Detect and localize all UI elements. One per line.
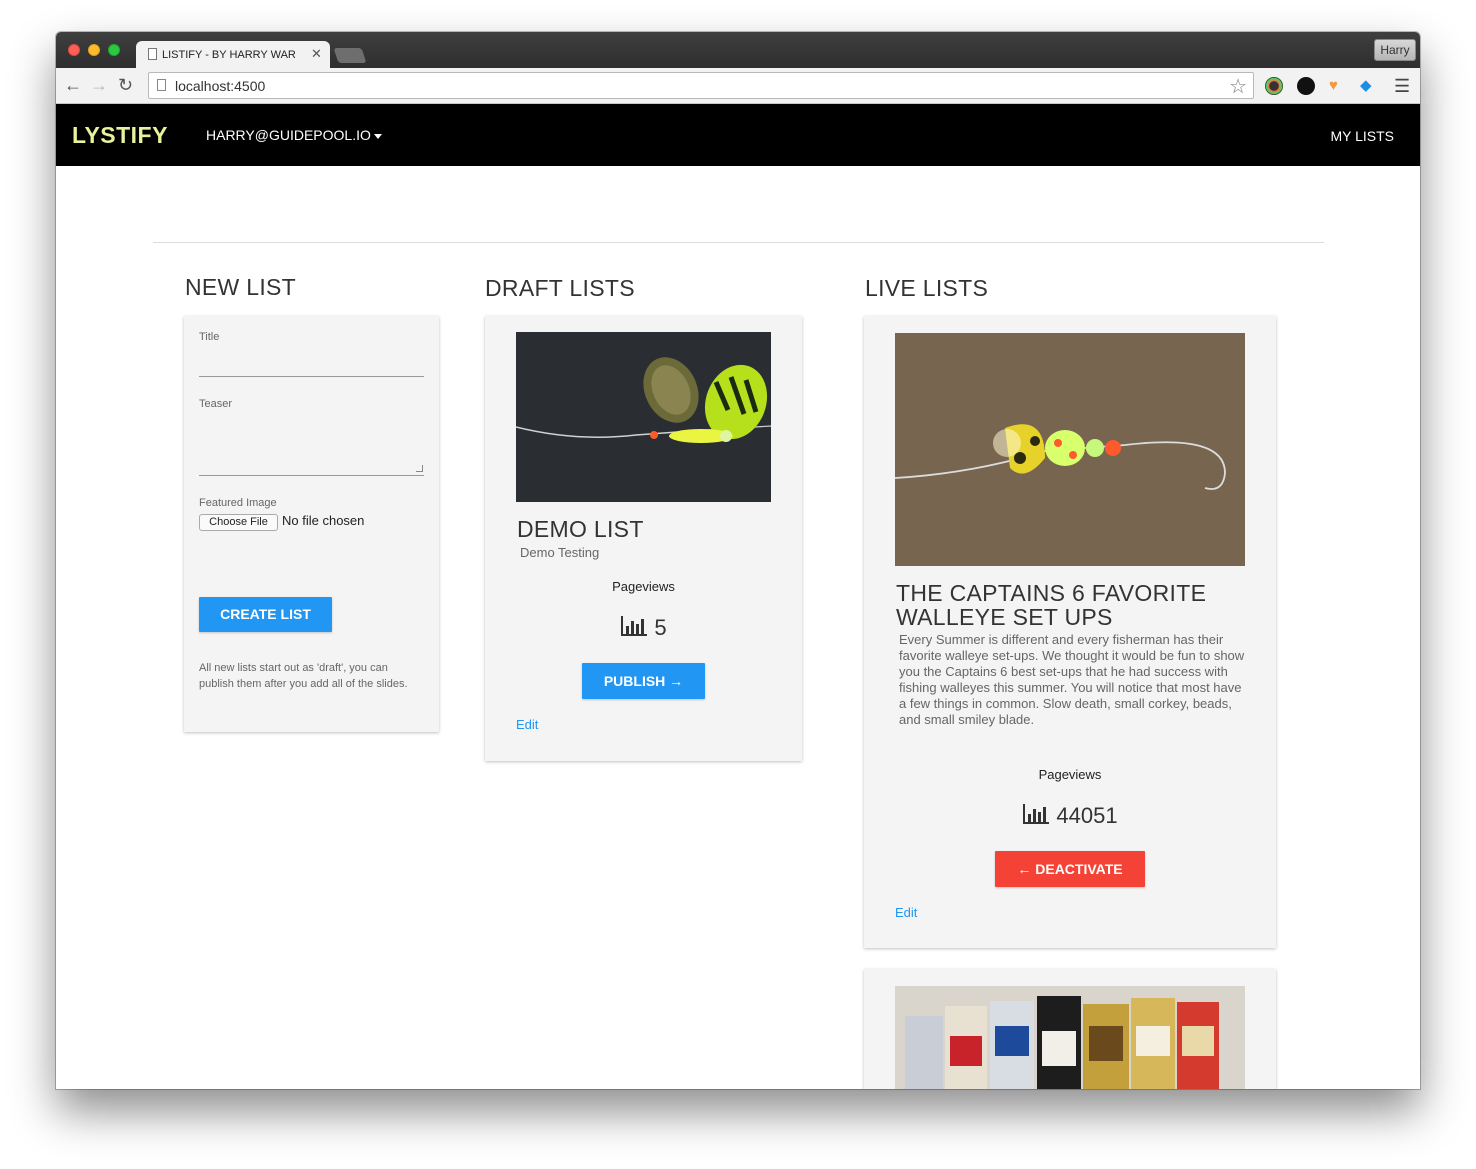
teaser-textarea[interactable] xyxy=(199,475,424,476)
zoom-window-button[interactable] xyxy=(108,44,120,56)
address-bar[interactable]: localhost:4500 ☆ xyxy=(148,72,1254,99)
live-list-image xyxy=(895,986,1245,1089)
reload-icon[interactable]: ↻ xyxy=(118,75,133,96)
spinner-photo xyxy=(516,332,771,502)
close-tab-icon[interactable]: ✕ xyxy=(311,46,322,62)
bookmark-star-icon[interactable]: ☆ xyxy=(1229,74,1247,99)
resize-handle-icon[interactable] xyxy=(416,465,423,472)
publish-button[interactable]: PUBLISH → xyxy=(582,663,705,699)
live-list-card: THE CAPTAINS 6 FAVORITE WALLEYE SET UPS … xyxy=(864,316,1276,948)
teaser-label: Teaser xyxy=(199,398,233,410)
pageviews-label: Pageviews xyxy=(1038,767,1102,782)
url-text: localhost:4500 xyxy=(175,78,266,94)
draft-note: All new lists start out as 'draft', you … xyxy=(199,662,408,690)
live-lists-heading: LIVE LISTS xyxy=(865,275,989,301)
choose-file-button[interactable]: Choose File xyxy=(199,514,278,531)
deactivate-button[interactable]: ← DEACTIVATE xyxy=(995,851,1145,887)
edit-link[interactable]: Edit xyxy=(895,905,917,920)
caret-down-icon xyxy=(373,133,382,139)
back-icon[interactable]: ← xyxy=(64,75,82,96)
pageviews-label: Pageviews xyxy=(612,579,675,594)
pageviews-value: 5 xyxy=(654,615,667,640)
file-status: No file chosen xyxy=(282,513,365,528)
site-navbar: LYSTIFY HARRY@GUIDEPOOL.IO MY LISTS xyxy=(56,104,1420,166)
brand-logo[interactable]: LYSTIFY xyxy=(72,122,168,149)
close-window-button[interactable] xyxy=(68,44,80,56)
new-tab-button[interactable] xyxy=(333,48,367,63)
draft-lists-heading: DRAFT LISTS xyxy=(485,275,635,301)
pageviews-value: 44051 xyxy=(1056,803,1118,828)
divider xyxy=(153,242,1324,243)
draft-list-subtitle: Demo Testing xyxy=(520,545,600,560)
edit-link[interactable]: Edit xyxy=(516,717,538,732)
new-list-form: Title Teaser Featured Image Choose File … xyxy=(184,316,439,732)
bar-chart-icon xyxy=(621,616,648,636)
title-bar: LISTIFY - BY HARRY WAR ✕ Harry xyxy=(56,32,1420,68)
browser-window: LISTIFY - BY HARRY WAR ✕ Harry ← → ↻ loc… xyxy=(56,32,1420,1089)
profile-button[interactable]: Harry xyxy=(1374,39,1416,61)
menu-icon[interactable]: ☰ xyxy=(1394,76,1410,97)
user-dropdown[interactable]: HARRY@GUIDEPOOL.IO xyxy=(206,127,382,143)
live-list-title[interactable]: THE CAPTAINS 6 FAVORITE WALLEYE SET UPS xyxy=(896,581,1256,629)
new-list-heading: NEW LIST xyxy=(185,274,297,300)
browser-tab[interactable]: LISTIFY - BY HARRY WAR ✕ xyxy=(136,41,330,68)
extension-color-icon[interactable] xyxy=(1265,77,1283,95)
my-lists-link[interactable]: MY LISTS xyxy=(1330,128,1394,144)
beer-cans-photo xyxy=(895,986,1245,1089)
title-label: Title xyxy=(199,331,220,343)
extension-heart-icon[interactable]: ♥ xyxy=(1329,77,1347,95)
create-list-button[interactable]: CREATE LIST xyxy=(199,597,332,632)
forward-icon[interactable]: → xyxy=(90,75,108,96)
draft-list-card: DEMO LIST Demo Testing Pageviews 5 PUBLI… xyxy=(485,316,802,761)
featured-image-label: Featured Image xyxy=(199,497,277,509)
minimize-window-button[interactable] xyxy=(88,44,100,56)
page-icon xyxy=(157,79,166,91)
extension-bird-icon[interactable]: ◆ xyxy=(1360,77,1378,95)
bar-chart-icon xyxy=(1023,804,1050,824)
lure-photo xyxy=(895,333,1245,566)
pageviews-count: 44051 xyxy=(864,803,1276,829)
browser-toolbar: ← → ↻ localhost:4500 ☆ ♥ ◆ ☰ xyxy=(56,68,1420,104)
title-input[interactable] xyxy=(199,376,424,377)
extension-dark-icon[interactable] xyxy=(1297,77,1315,95)
user-email: HARRY@GUIDEPOOL.IO xyxy=(206,127,371,143)
live-list-card xyxy=(864,969,1276,1089)
draft-list-image xyxy=(516,332,771,502)
draft-list-title[interactable]: DEMO LIST xyxy=(517,517,644,541)
pageviews-count: 5 xyxy=(485,615,802,641)
tab-title: LISTIFY - BY HARRY WAR xyxy=(162,49,296,61)
document-icon xyxy=(148,48,157,60)
live-list-teaser: Every Summer is different and every fish… xyxy=(899,632,1245,727)
live-list-image xyxy=(895,333,1245,566)
